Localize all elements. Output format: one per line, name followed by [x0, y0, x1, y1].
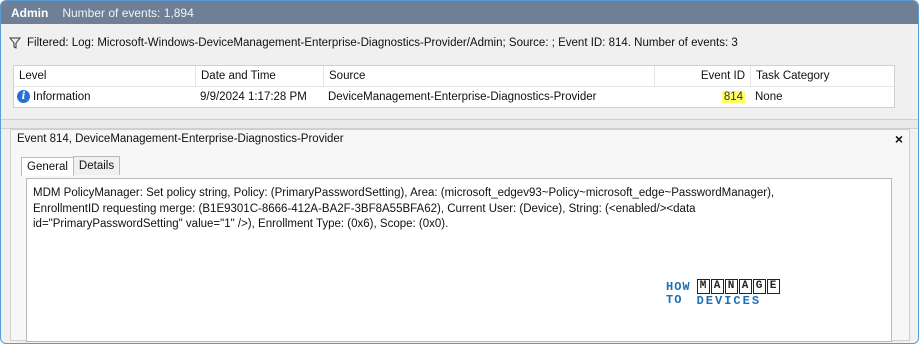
table-header: Level Date and Time Source Event ID Task…: [14, 66, 894, 87]
cell-task-category: None: [755, 90, 783, 103]
column-header-event-id[interactable]: Event ID: [654, 66, 750, 86]
logo-letter: N: [724, 279, 738, 294]
logo-manage: M A N A G E: [696, 279, 780, 294]
event-count: Number of events: 1,894: [62, 5, 194, 20]
logo-letter: A: [710, 279, 724, 294]
logo-letter: G: [752, 279, 766, 294]
event-detail-title: Event 814, DeviceManagement-Enterprise-D…: [17, 133, 344, 145]
logo-to: TO: [666, 292, 683, 307]
close-icon[interactable]: ×: [895, 131, 903, 147]
table-row[interactable]: i Information 9/9/2024 1:17:28 PM Device…: [14, 87, 894, 106]
logo-howto: HOW TO: [666, 279, 691, 307]
cell-source: DeviceManagement-Enterprise-Diagnostics-…: [328, 90, 597, 103]
detail-tabs: General Details: [21, 156, 121, 176]
events-table: Level Date and Time Source Event ID Task…: [13, 65, 895, 108]
event-message-box[interactable]: MDM PolicyManager: Set policy string, Po…: [26, 178, 892, 342]
tab-details[interactable]: Details: [72, 156, 121, 175]
event-id-highlight: 814: [721, 90, 745, 103]
logo-how: HOW: [666, 279, 691, 294]
filter-bar: Filtered: Log: Microsoft-Windows-DeviceM…: [9, 37, 738, 49]
logo-letter: E: [766, 279, 780, 294]
tab-general[interactable]: General: [21, 157, 74, 176]
log-titlebar: Admin Number of events: 1,894: [1, 1, 918, 24]
logo-letter: M: [696, 279, 710, 294]
column-header-source[interactable]: Source: [323, 66, 654, 86]
log-name: Admin: [11, 5, 49, 20]
cell-event-id: 814: [654, 87, 750, 106]
column-header-datetime[interactable]: Date and Time: [195, 66, 323, 86]
information-icon: i: [17, 90, 30, 103]
logo-letter: A: [738, 279, 752, 294]
pane-splitter[interactable]: [1, 119, 918, 129]
event-viewer-window: Admin Number of events: 1,894 Filtered: …: [0, 0, 919, 344]
cell-level: i Information: [14, 87, 195, 106]
level-text: Information: [33, 90, 91, 103]
cell-datetime: 9/9/2024 1:17:28 PM: [200, 90, 307, 103]
filter-text: Filtered: Log: Microsoft-Windows-DeviceM…: [27, 37, 738, 49]
filter-icon: [9, 37, 21, 49]
howtomanagedevices-logo: HOW TO M A N A G E DEVICES: [666, 279, 780, 308]
column-header-task-category[interactable]: Task Category: [750, 66, 894, 86]
event-detail-panel: Event 814, DeviceManagement-Enterprise-D…: [10, 129, 910, 342]
column-header-level[interactable]: Level: [14, 66, 195, 86]
event-message: MDM PolicyManager: Set policy string, Po…: [33, 187, 775, 230]
logo-brand: M A N A G E DEVICES: [696, 279, 780, 308]
logo-devices: DEVICES: [696, 294, 762, 308]
